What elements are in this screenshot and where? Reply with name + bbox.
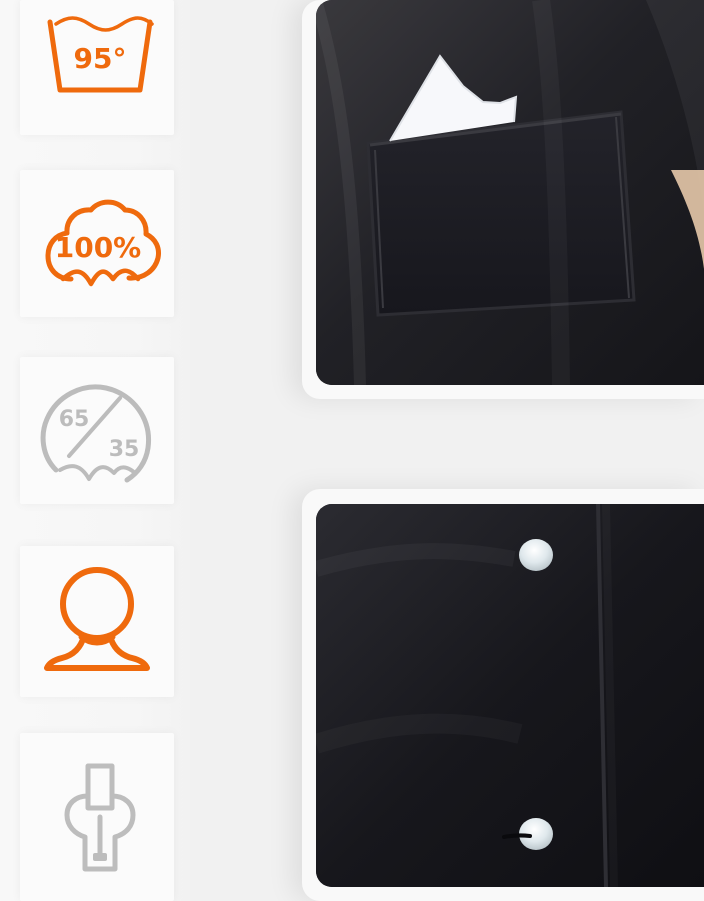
person-fit-icon (44, 567, 150, 671)
button-photo-card (302, 489, 704, 901)
fabric-blend-65-35-icon: 65 35 (40, 384, 152, 483)
blend-top-value: 65 (59, 407, 90, 432)
zipper-icon-tile (20, 733, 174, 901)
pocket-detail-illustration (316, 0, 704, 385)
button-placket-illustration (316, 504, 704, 887)
care-icon-column: 95° 100% 65 35 (0, 0, 190, 901)
cotton-percentage-label: 100% (55, 231, 142, 264)
wash-icon-tile: 95° (20, 0, 174, 135)
wash-95-icon: 95° (47, 16, 154, 93)
cotton-100-icon: 100% (45, 199, 161, 287)
button-placket-photo (316, 504, 704, 887)
cotton-icon-tile: 100% (20, 170, 174, 317)
pocket-detail-photo (316, 0, 704, 385)
wash-temperature-label: 95° (74, 42, 127, 75)
zipper-icon (64, 763, 136, 872)
pocket-photo-card (302, 0, 704, 399)
blend-bottom-value: 35 (109, 437, 140, 462)
person-icon-tile (20, 546, 174, 697)
blend-icon-tile: 65 35 (20, 357, 174, 504)
